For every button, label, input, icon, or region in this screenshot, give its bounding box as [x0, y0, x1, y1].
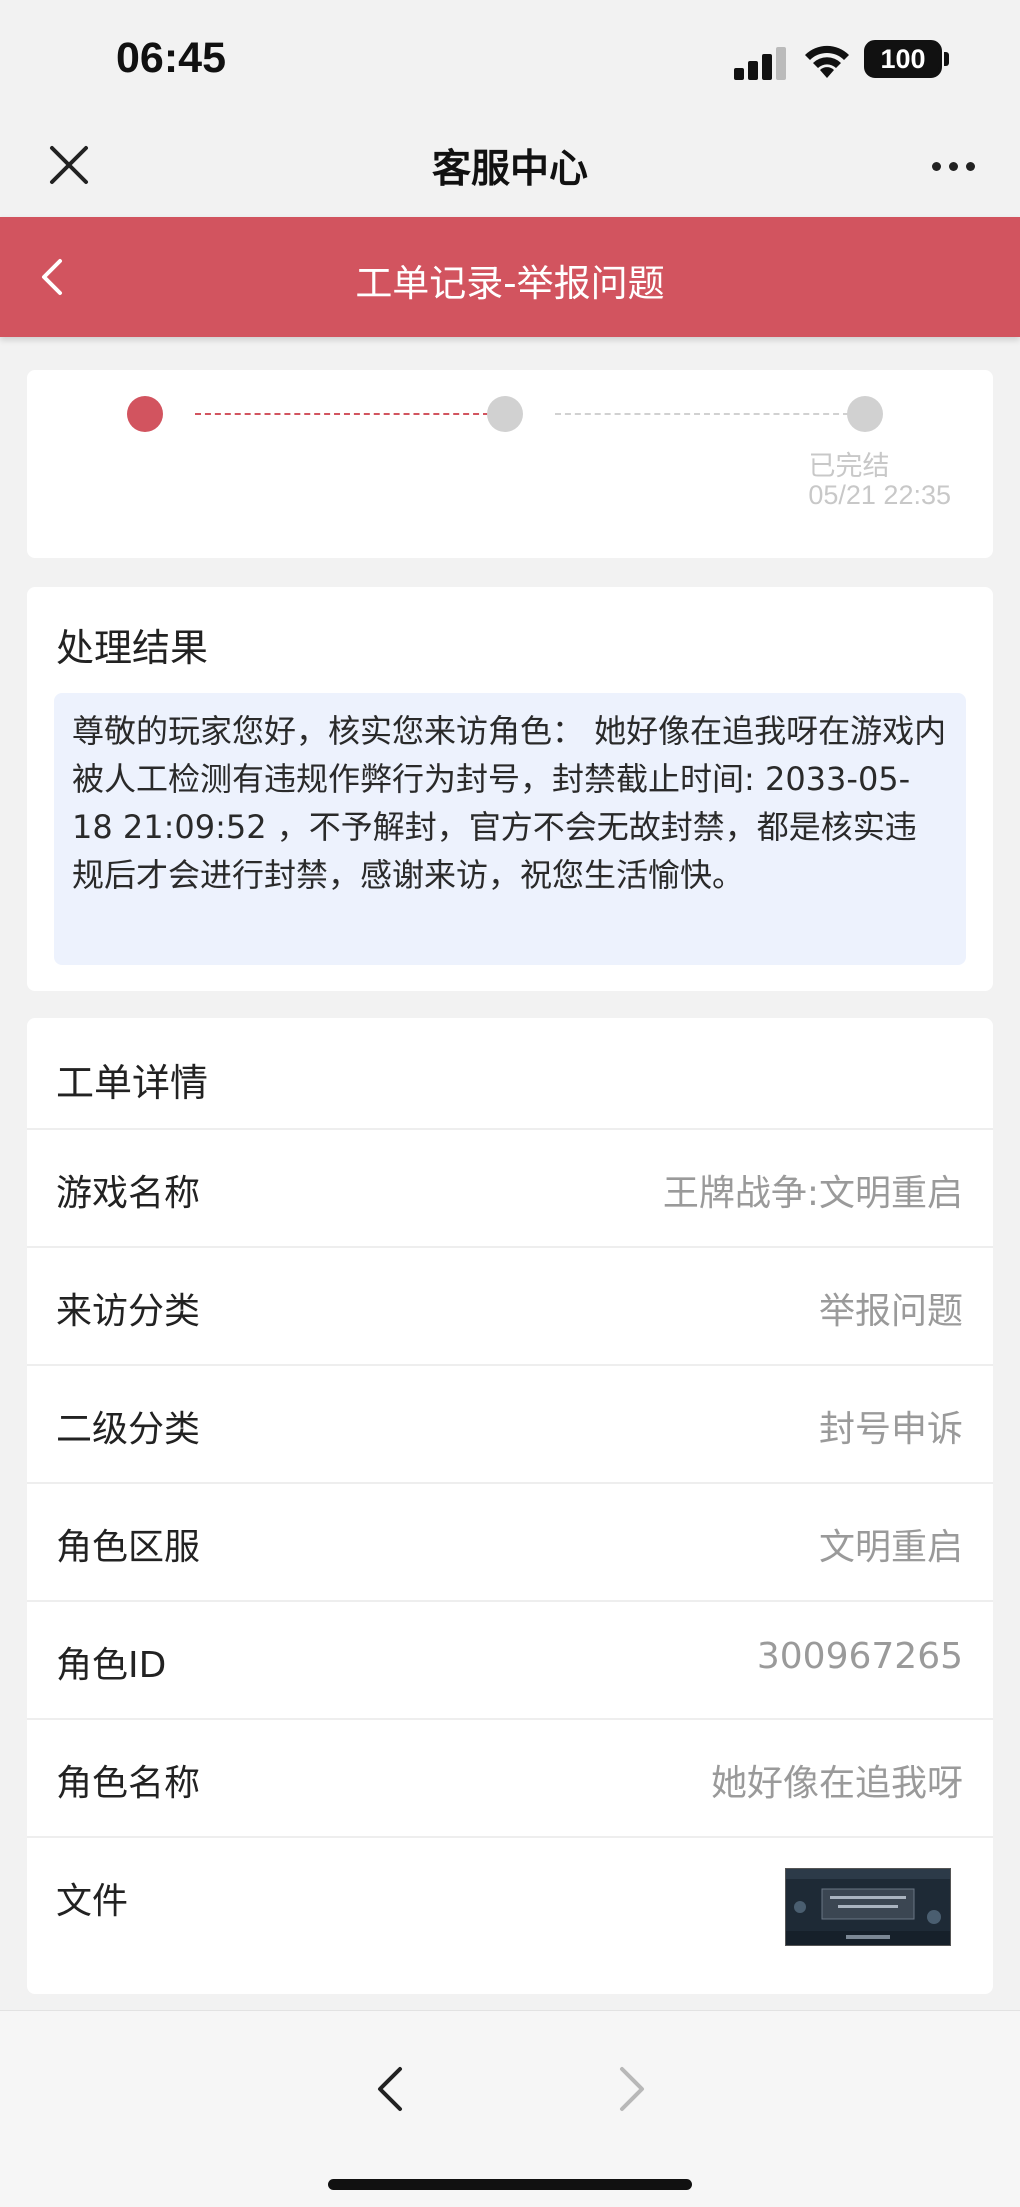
chevron-left-icon[interactable] — [370, 2063, 410, 2115]
chevron-right-icon[interactable] — [612, 2063, 652, 2115]
detail-label: 角色名称 — [56, 1763, 201, 1804]
battery-tip — [944, 52, 949, 66]
ticket-header-bar: 工单记录-举报问题 — [0, 217, 1020, 337]
home-indicator — [328, 2179, 692, 2190]
battery-icon: 100 — [864, 40, 942, 78]
detail-value: 王牌战争:文明重启 — [662, 1173, 963, 1214]
battery-level: 100 — [880, 44, 926, 74]
step-2-dot — [487, 396, 523, 432]
detail-value: 300967265 — [756, 1636, 963, 1677]
detail-label: 游戏名称 — [56, 1173, 201, 1214]
detail-row-server: 角色区服 文明重启 — [27, 1484, 993, 1602]
file-thumbnail[interactable] — [785, 1868, 951, 1946]
detail-label: 二级分类 — [56, 1409, 201, 1450]
status-bar: 06:45 100 — [0, 0, 1020, 120]
detail-row-subcategory: 二级分类 封号申诉 — [27, 1366, 993, 1484]
page: 06:45 100 客服中心 工单记录-举报问题 已完结 05/21 22:35… — [0, 0, 1020, 2207]
detail-label: 角色区服 — [56, 1527, 201, 1568]
step-3-dot — [847, 396, 883, 432]
more-icon[interactable] — [926, 148, 982, 184]
step-final-time: 05/21 22:35 — [808, 480, 951, 510]
result-message: 尊敬的玩家您好，核实您来访角色： 她好像在追我呀在游戏内被人工检测有违规作弊行为… — [54, 693, 966, 965]
step-2-line — [555, 413, 849, 415]
detail-label: 角色ID — [56, 1645, 167, 1686]
detail-label: 来访分类 — [56, 1291, 201, 1332]
bottom-toolbar — [0, 2010, 1020, 2207]
details-heading: 工单详情 — [56, 1061, 209, 1105]
file-thumbnail-image — [786, 1869, 950, 1945]
ticket-details-card: 工单详情 游戏名称 王牌战争:文明重启 来访分类 举报问题 二级分类 封号申诉 … — [27, 1018, 993, 1994]
nav-header: 客服中心 — [0, 120, 1020, 217]
detail-value: 举报问题 — [818, 1291, 963, 1332]
ticket-header-title: 工单记录-举报问题 — [355, 262, 665, 305]
nav-title: 客服中心 — [431, 147, 588, 192]
detail-row-role-id: 角色ID 300967265 — [27, 1602, 993, 1720]
detail-row-game-name: 游戏名称 王牌战争:文明重启 — [27, 1130, 993, 1248]
detail-label: 文件 — [56, 1881, 129, 1922]
detail-value: 封号申诉 — [818, 1409, 963, 1450]
wifi-icon — [805, 45, 849, 78]
result-heading: 处理结果 — [56, 626, 209, 670]
detail-row-role-name: 角色名称 她好像在追我呀 — [27, 1720, 993, 1838]
progress-card: 已完结 05/21 22:35 — [27, 370, 993, 558]
detail-row-visit-category: 来访分类 举报问题 — [27, 1248, 993, 1366]
detail-value: 文明重启 — [818, 1527, 963, 1568]
status-time: 06:45 — [116, 34, 226, 82]
step-final-status: 已完结 — [808, 451, 890, 482]
detail-row-file: 文件 — [27, 1838, 993, 1956]
step-1-line — [195, 413, 489, 415]
result-card: 处理结果 尊敬的玩家您好，核实您来访角色： 她好像在追我呀在游戏内被人工检测有违… — [27, 587, 993, 991]
step-1-dot — [127, 396, 163, 432]
signal-icon — [734, 46, 788, 80]
detail-value: 她好像在追我呀 — [710, 1763, 963, 1804]
